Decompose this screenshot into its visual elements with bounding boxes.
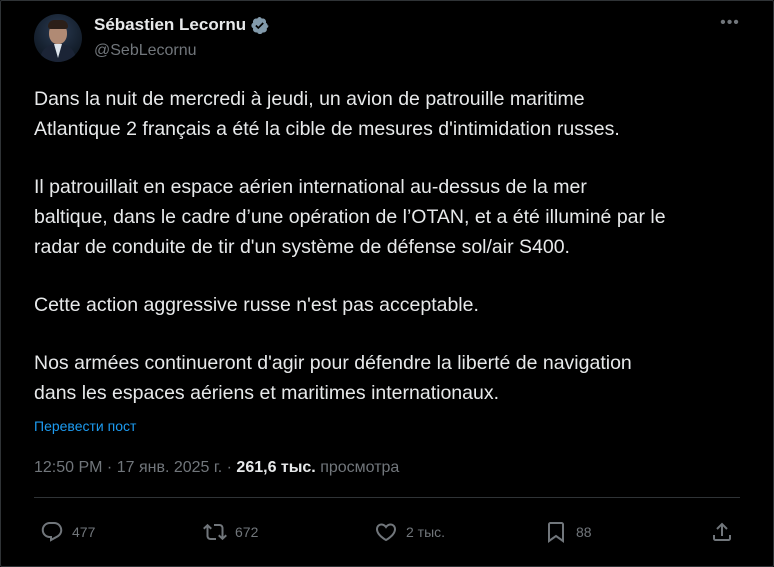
views-label: просмотра (315, 459, 400, 476)
post-line: baltique, dans le cadre d’une opération … (34, 206, 666, 228)
like-icon (375, 523, 397, 542)
translate-post-link[interactable]: Перевести пост (34, 418, 136, 434)
reply-icon (41, 522, 63, 542)
avatar[interactable] (34, 14, 82, 62)
share-icon (713, 522, 731, 541)
post-line: Nos armées continueront d'agir pour défe… (34, 352, 632, 374)
avatar-hair (48, 20, 68, 29)
post-line: Dans la nuit de mercredi à jeudi, un avi… (34, 88, 585, 110)
repost-button[interactable]: 672 (203, 520, 258, 544)
post-date[interactable]: 17 янв. 2025 г. (117, 459, 223, 476)
post-line: Cette action aggressive russe n'est pas … (34, 294, 479, 316)
bookmark-count: 88 (576, 524, 592, 540)
post-paragraph: Il patrouillait en espace aérien interna… (34, 172, 754, 262)
divider (34, 497, 740, 498)
bookmark-button[interactable]: 88 (544, 520, 592, 544)
share-button[interactable] (710, 520, 734, 544)
post-text: Dans la nuit de mercredi à jeudi, un avi… (34, 84, 754, 408)
reply-button[interactable]: 477 (40, 520, 95, 544)
post-paragraph: Dans la nuit de mercredi à jeudi, un avi… (34, 84, 754, 144)
post-line: Atlantique 2 français a été la cible de … (34, 118, 620, 140)
post-paragraph: Cette action aggressive russe n'est pas … (34, 290, 754, 320)
post-paragraph: Nos armées continueront d'agir pour défe… (34, 348, 754, 408)
repost-icon (203, 523, 227, 541)
post-line: radar de conduite de tir d'un système de… (34, 236, 570, 258)
post-line: dans les espaces aériens et maritimes in… (34, 382, 499, 404)
post-time[interactable]: 12:50 PM (34, 459, 102, 476)
bookmark-icon (548, 522, 564, 543)
post-line: Il patrouillait en espace aérien interna… (34, 176, 587, 198)
meta-separator: · (102, 459, 117, 476)
views-count: 261,6 тыс. (236, 459, 316, 476)
more-icon[interactable]: ••• (719, 15, 741, 36)
author-name-row: Sébastien Lecornu (94, 15, 269, 35)
like-button[interactable]: 2 тыс. (374, 520, 445, 544)
post-meta: 12:50 PM · 17 янв. 2025 г. · 261,6 тыс. … (34, 459, 399, 477)
verified-badge-icon[interactable] (250, 16, 269, 35)
like-count: 2 тыс. (406, 524, 446, 540)
author-handle[interactable]: @SebLecornu (94, 41, 197, 61)
meta-separator: · (222, 459, 237, 476)
action-bar: 477 672 2 тыс. 88 (40, 520, 740, 548)
reply-count: 477 (72, 524, 96, 540)
repost-count: 672 (235, 524, 259, 540)
author-display-name[interactable]: Sébastien Lecornu (94, 15, 246, 35)
